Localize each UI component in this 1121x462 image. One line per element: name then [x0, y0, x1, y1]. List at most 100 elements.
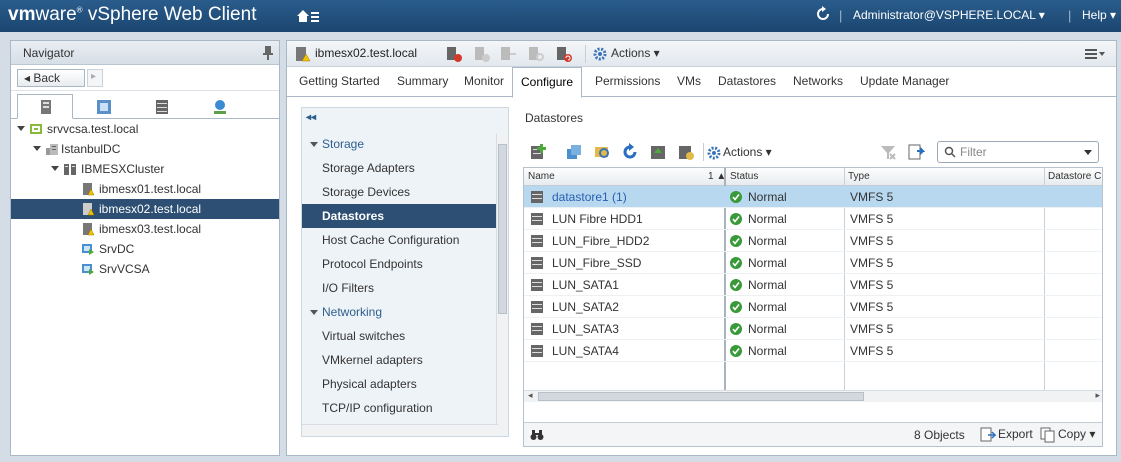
tree-node-vm[interactable]: SrvVCSA — [11, 259, 279, 279]
side-item-storage-devices[interactable]: Storage Devices — [302, 180, 498, 204]
grid-horizontal-scrollbar[interactable]: ◂ ▸ — [524, 390, 1102, 402]
collapse-icon[interactable]: ◂◂ — [306, 112, 316, 123]
expand-toggle-icon[interactable] — [17, 126, 25, 131]
new-datastore-icon[interactable] — [529, 143, 547, 161]
host-settings-icon[interactable] — [527, 45, 545, 63]
tab-networking[interactable] — [191, 94, 247, 119]
column-header-type[interactable]: Type — [848, 171, 870, 182]
side-item-virtual-switches[interactable]: Virtual switches — [302, 324, 498, 348]
binoculars-icon[interactable] — [530, 428, 544, 442]
side-item-vmkernel-adapters[interactable]: VMkernel adapters — [302, 348, 498, 372]
tab-vms[interactable]: VMs — [677, 74, 701, 88]
cell-name[interactable]: LUN_SATA3 — [552, 322, 619, 336]
tab-storage[interactable] — [133, 94, 189, 119]
clear-filter-icon[interactable] — [879, 143, 897, 161]
datastore-icon — [531, 191, 543, 203]
column-header-capacity[interactable]: Datastore C — [1048, 171, 1101, 182]
scroll-left-icon[interactable]: ◂ — [528, 390, 533, 401]
cell-name[interactable]: LUN_SATA4 — [552, 344, 619, 358]
side-group-storage[interactable]: Storage — [302, 132, 498, 156]
actions-menu[interactable]: Actions ▾ — [611, 46, 660, 60]
navigator-title: Navigator — [23, 46, 75, 60]
status-ok-icon — [730, 191, 742, 203]
filter-input[interactable]: Filter — [937, 141, 1099, 163]
tab-datastores[interactable]: Datastores — [718, 74, 776, 88]
tab-summary[interactable]: Summary — [397, 74, 448, 88]
tree-node-cluster[interactable]: IBMESXCluster — [11, 159, 279, 179]
filter-dropdown-icon[interactable] — [1084, 150, 1092, 155]
copy-button[interactable]: Copy ▾ — [1058, 427, 1095, 441]
tab-monitor[interactable]: Monitor — [464, 74, 504, 88]
pin-icon[interactable] — [263, 46, 273, 60]
side-horizontal-scrollbar[interactable] — [302, 424, 498, 436]
cell-name[interactable]: LUN Fibre HDD1 — [552, 212, 643, 226]
panel-menu-icon[interactable] — [1084, 46, 1106, 60]
table-row[interactable]: LUN_SATA2 Normal VMFS 5 — [524, 296, 1102, 318]
column-header-name[interactable]: Name — [528, 171, 555, 182]
side-item-protocol-endpoints[interactable]: Protocol Endpoints — [302, 252, 498, 276]
home-menu-icon[interactable] — [295, 7, 321, 25]
cell-status: Normal — [748, 300, 787, 314]
side-vertical-scrollbar[interactable] — [496, 134, 508, 434]
side-item-physical-adapters[interactable]: Physical adapters — [302, 372, 498, 396]
tab-hosts-clusters[interactable] — [17, 94, 73, 119]
increase-capacity-icon[interactable] — [649, 143, 667, 161]
refresh-icon[interactable] — [815, 6, 831, 22]
export-button[interactable]: Export — [998, 427, 1033, 441]
cell-name[interactable]: LUN_Fibre_HDD2 — [552, 234, 649, 248]
table-row[interactable]: LUN_Fibre_SSD Normal VMFS 5 — [524, 252, 1102, 274]
datastore-actions-menu[interactable]: Actions ▾ — [723, 145, 772, 159]
table-row[interactable]: datastore1 (1) Normal VMFS 5 — [524, 186, 1102, 208]
tab-update-manager[interactable]: Update Manager — [860, 74, 949, 88]
tree-node-vm[interactable]: SrvDC — [11, 239, 279, 259]
host-disconnect-icon[interactable] — [499, 45, 517, 63]
expand-toggle-icon[interactable] — [51, 166, 59, 171]
table-row[interactable]: LUN_SATA3 Normal VMFS 5 — [524, 318, 1102, 340]
side-item-datastores[interactable]: Datastores — [302, 204, 498, 228]
forward-button[interactable]: ▸ — [87, 69, 103, 87]
tree-node-host-selected[interactable]: ibmesx02.test.local — [11, 199, 279, 219]
refresh-icon[interactable] — [621, 143, 639, 161]
scroll-thumb[interactable] — [498, 144, 507, 314]
host-power-off-icon[interactable] — [445, 45, 463, 63]
tab-permissions[interactable]: Permissions — [595, 74, 660, 88]
side-item-io-filters[interactable]: I/O Filters — [302, 276, 498, 300]
cell-status: Normal — [748, 190, 787, 204]
cell-name[interactable]: LUN_SATA1 — [552, 278, 619, 292]
host-reboot-icon[interactable] — [555, 45, 573, 63]
cell-name[interactable]: datastore1 (1) — [552, 190, 627, 204]
tab-configure[interactable]: Configure — [512, 67, 583, 98]
cell-name[interactable]: LUN_SATA2 — [552, 300, 619, 314]
expand-toggle-icon[interactable] — [33, 146, 41, 151]
cell-name[interactable]: LUN_Fibre_SSD — [552, 256, 641, 270]
datastore-settings-icon[interactable] — [677, 143, 695, 161]
tree-node-vcenter[interactable]: srvvcsa.test.local — [11, 119, 279, 139]
column-header-status[interactable]: Status — [730, 171, 758, 182]
browse-files-icon[interactable] — [593, 143, 611, 161]
scroll-thumb[interactable] — [538, 392, 864, 401]
side-group-networking[interactable]: Networking — [302, 300, 498, 324]
help-menu[interactable]: Help ▾ — [1082, 8, 1116, 22]
side-item-storage-adapters[interactable]: Storage Adapters — [302, 156, 498, 180]
export-list-icon[interactable] — [907, 143, 925, 161]
actions-gear-icon[interactable] — [593, 47, 607, 61]
side-item-host-cache[interactable]: Host Cache Configuration — [302, 228, 498, 252]
table-row[interactable]: LUN_Fibre_HDD2 Normal VMFS 5 — [524, 230, 1102, 252]
table-row[interactable]: LUN_SATA4 Normal VMFS 5 — [524, 340, 1102, 362]
table-row[interactable]: LUN_SATA1 Normal VMFS 5 — [524, 274, 1102, 296]
grid-footer: 8 Objects Export Copy ▾ — [524, 422, 1102, 446]
scroll-right-icon[interactable]: ▸ — [1095, 390, 1100, 401]
tab-networks[interactable]: Networks — [793, 74, 843, 88]
side-item-tcpip-config[interactable]: TCP/IP configuration — [302, 396, 498, 420]
register-vm-icon[interactable] — [565, 143, 583, 161]
tree-node-datacenter[interactable]: IstanbulDC — [11, 139, 279, 159]
tab-getting-started[interactable]: Getting Started — [299, 74, 380, 88]
back-button[interactable]: ◂ Back — [17, 69, 85, 87]
table-row[interactable]: LUN Fibre HDD1 Normal VMFS 5 — [524, 208, 1102, 230]
tree-node-host[interactable]: ibmesx01.test.local — [11, 179, 279, 199]
actions-gear-icon[interactable] — [707, 146, 721, 160]
tab-vms-templates[interactable] — [75, 94, 131, 119]
tree-node-host[interactable]: ibmesx03.test.local — [11, 219, 279, 239]
host-maintenance-icon[interactable] — [473, 45, 491, 63]
user-menu[interactable]: Administrator@VSPHERE.LOCAL ▾ — [853, 8, 1045, 22]
